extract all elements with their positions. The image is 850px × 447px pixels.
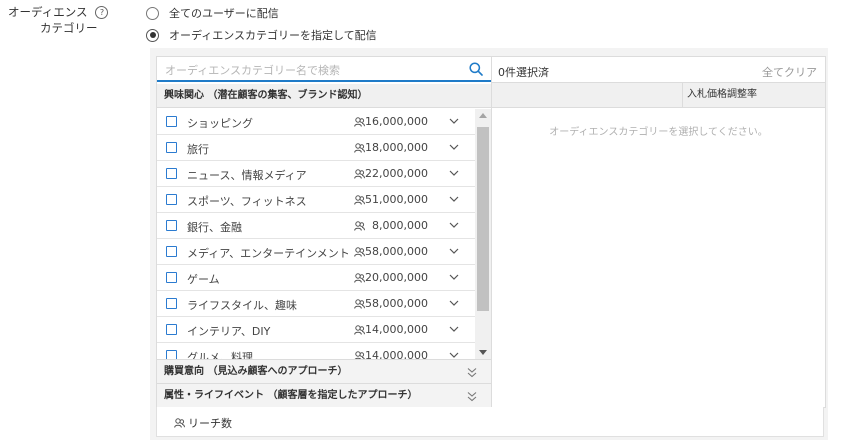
scroll-down-arrow-icon[interactable]: [479, 350, 487, 355]
chevron-down-icon[interactable]: [449, 325, 459, 333]
legend-footer: リーチ数: [156, 407, 824, 437]
category-row[interactable]: ショッピング 16,000,000: [157, 109, 475, 135]
category-checkbox[interactable]: [166, 168, 177, 179]
people-icon: [174, 418, 185, 428]
category-count: 58,000,000: [365, 245, 428, 258]
group-purchase-header[interactable]: 購買意向 （見込み顧客へのアプローチ）: [157, 359, 491, 383]
scrollbar-thumb[interactable]: [477, 127, 489, 311]
selected-categories: 0件選択済 全てクリア 入札価格調整率 オーディエンスカテゴリーを選択してくださ…: [492, 57, 825, 407]
group-attribute-header[interactable]: 属性・ライフイベント （顧客層を指定したアプローチ）: [157, 383, 491, 407]
category-label: グルメ、料理: [187, 351, 253, 359]
category-checkbox[interactable]: [166, 246, 177, 257]
category-count: 18,000,000: [365, 141, 428, 154]
category-checkbox[interactable]: [166, 220, 177, 231]
category-label: ライフスタイル、趣味: [187, 299, 297, 312]
category-count: 14,000,000: [365, 349, 428, 359]
empty-selection-message: オーディエンスカテゴリーを選択してください。: [549, 127, 768, 138]
group-purchase-label: 購買意向 （見込み顧客へのアプローチ）: [164, 366, 348, 377]
category-label: ゲーム: [187, 273, 220, 286]
search-input[interactable]: [163, 61, 457, 79]
people-icon: [354, 195, 365, 205]
people-icon: [354, 273, 365, 283]
category-count: 51,000,000: [365, 193, 428, 206]
chevron-down-icon[interactable]: [449, 273, 459, 281]
category-row[interactable]: インテリア、DIY 14,000,000: [157, 317, 475, 343]
category-count: 20,000,000: [365, 271, 428, 284]
category-selector-box: 興味関心 （潜在顧客の集客、ブランド認知） ショッピング 16,000,000 …: [156, 56, 826, 408]
category-label: インテリア、DIY: [187, 325, 271, 338]
category-label: ショッピング: [187, 117, 253, 130]
category-row[interactable]: 旅行 18,000,000: [157, 135, 475, 161]
category-checkbox[interactable]: [166, 142, 177, 153]
category-checkbox[interactable]: [166, 194, 177, 205]
group-interest-header[interactable]: 興味関心 （潜在顧客の集客、ブランド認知）: [157, 84, 491, 108]
category-label: 銀行、金融: [187, 221, 242, 234]
chevron-down-icon[interactable]: [449, 117, 459, 125]
group-attribute-label: 属性・ライフイベント （顧客層を指定したアプローチ）: [164, 390, 418, 401]
scroll-up-arrow-icon[interactable]: [479, 113, 487, 118]
available-categories: 興味関心 （潜在顧客の集客、ブランド認知） ショッピング 16,000,000 …: [157, 57, 492, 407]
double-chevron-down-icon[interactable]: [467, 391, 477, 402]
people-icon: [354, 247, 365, 257]
radio-specify-category[interactable]: [146, 28, 159, 42]
category-row[interactable]: スポーツ、フィットネス 51,000,000: [157, 187, 475, 213]
category-row[interactable]: グルメ、料理 14,000,000: [157, 343, 475, 359]
people-icon: [354, 117, 365, 127]
category-label: メディア、エンターテインメント: [187, 247, 350, 260]
chevron-down-icon[interactable]: [449, 195, 459, 203]
people-icon: [354, 325, 365, 335]
chevron-down-icon[interactable]: [449, 221, 459, 229]
people-icon: [354, 221, 365, 231]
category-checkbox[interactable]: [166, 116, 177, 127]
radio-option-specify-category[interactable]: オーディエンスカテゴリーを指定して配信: [146, 27, 377, 43]
category-count: 16,000,000: [365, 115, 428, 128]
chevron-down-icon[interactable]: [449, 143, 459, 151]
bid-adjustment-column-header: 入札価格調整率: [682, 83, 757, 107]
people-icon: [354, 169, 365, 179]
category-checkbox[interactable]: [166, 324, 177, 335]
field-label-line2: カテゴリー: [40, 21, 98, 35]
category-checkbox[interactable]: [166, 272, 177, 283]
category-label: ニュース、情報メディア: [187, 169, 307, 182]
category-label: 旅行: [187, 143, 209, 156]
category-count: 58,000,000: [365, 297, 428, 310]
category-count: 8,000,000: [372, 219, 428, 232]
selected-table-header: 入札価格調整率: [492, 82, 825, 108]
people-icon: [354, 299, 365, 309]
search-icon[interactable]: [469, 62, 483, 76]
selected-count: 0件選択済: [498, 66, 549, 79]
category-row[interactable]: 銀行、金融 8,000,000: [157, 213, 475, 239]
category-checkbox[interactable]: [166, 350, 177, 359]
double-chevron-down-icon[interactable]: [467, 367, 477, 378]
reach-count-legend: リーチ数: [188, 417, 232, 430]
category-label: スポーツ、フィットネス: [187, 195, 307, 208]
category-row[interactable]: ニュース、情報メディア 22,000,000: [157, 161, 475, 187]
category-row[interactable]: ライフスタイル、趣味 58,000,000: [157, 291, 475, 317]
radio-all-users-label: 全てのユーザーに配信: [169, 7, 279, 20]
category-checkbox[interactable]: [166, 298, 177, 309]
category-count: 22,000,000: [365, 167, 428, 180]
clear-all-button[interactable]: 全てクリア: [762, 64, 817, 80]
search-bar: [157, 57, 491, 82]
chevron-down-icon[interactable]: [449, 351, 459, 359]
chevron-down-icon[interactable]: [449, 299, 459, 307]
chevron-down-icon[interactable]: [449, 247, 459, 255]
chevron-down-icon[interactable]: [449, 169, 459, 177]
category-list: ショッピング 16,000,000 旅行 18,000,000 ニュース、情報メ…: [157, 109, 491, 359]
help-icon[interactable]: ?: [95, 6, 109, 19]
radio-specify-category-label: オーディエンスカテゴリーを指定して配信: [169, 29, 377, 42]
audience-category-panel: 興味関心 （潜在顧客の集客、ブランド認知） ショッピング 16,000,000 …: [150, 48, 828, 440]
radio-all-users[interactable]: [146, 6, 159, 20]
category-list-scrollbar[interactable]: [475, 109, 491, 359]
category-row[interactable]: メディア、エンターテインメント 58,000,000: [157, 239, 475, 265]
people-icon: [354, 143, 365, 153]
field-label-line1: オーディエンス: [8, 5, 88, 19]
category-row[interactable]: ゲーム 20,000,000: [157, 265, 475, 291]
category-count: 14,000,000: [365, 323, 428, 336]
radio-option-all-users[interactable]: 全てのユーザーに配信: [146, 5, 279, 21]
field-label: オーディエンス? カテゴリー: [8, 4, 118, 36]
people-icon: [354, 351, 365, 359]
